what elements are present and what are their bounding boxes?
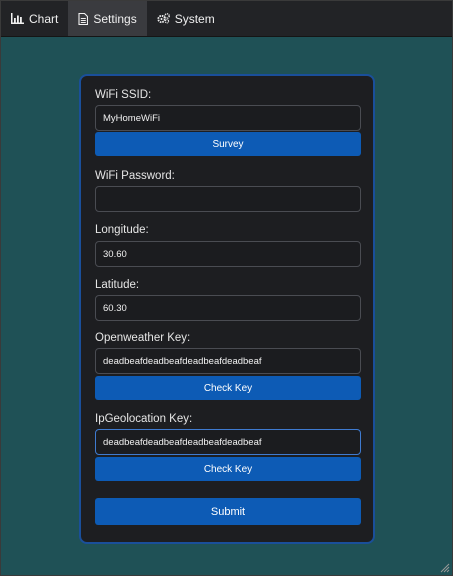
settings-form: WiFi SSID: MyHomeWiFi Survey WiFi Passwo… xyxy=(79,74,375,544)
bar-chart-icon xyxy=(11,13,24,24)
ipgeolocation-key-input[interactable]: deadbeafdeadbeafdeadbeafdeadbeaf xyxy=(95,429,361,455)
top-navbar: Chart Settings System xyxy=(1,1,452,37)
wifi-ssid-label: WiFi SSID: xyxy=(95,89,152,101)
submit-button[interactable]: Submit xyxy=(95,498,361,525)
latitude-input[interactable]: 60.30 xyxy=(95,295,361,321)
wifi-password-label: WiFi Password: xyxy=(95,170,175,182)
wifi-password-input[interactable] xyxy=(95,186,361,212)
tab-settings-label: Settings xyxy=(93,11,137,26)
latitude-label: Latitude: xyxy=(95,279,140,291)
tab-settings[interactable]: Settings xyxy=(68,1,147,36)
resize-grip-icon[interactable] xyxy=(440,563,450,573)
longitude-input[interactable]: 30.60 xyxy=(95,241,361,267)
document-icon xyxy=(78,12,89,25)
wifi-ssid-input[interactable]: MyHomeWiFi xyxy=(95,105,361,131)
tab-chart[interactable]: Chart xyxy=(1,1,68,36)
survey-button[interactable]: Survey xyxy=(95,132,361,156)
longitude-label: Longitude: xyxy=(95,224,149,236)
openweather-check-key-button[interactable]: Check Key xyxy=(95,376,361,400)
gears-icon xyxy=(157,13,170,24)
openweather-key-input[interactable]: deadbeafdeadbeafdeadbeafdeadbeaf xyxy=(95,348,361,374)
ipgeolocation-key-label: IpGeolocation Key: xyxy=(95,413,193,425)
tab-chart-label: Chart xyxy=(29,11,59,26)
ipgeolocation-check-key-button[interactable]: Check Key xyxy=(95,457,361,481)
tab-system-label: System xyxy=(174,11,215,26)
tab-system[interactable]: System xyxy=(147,1,225,36)
openweather-key-label: Openweather Key: xyxy=(95,332,191,344)
